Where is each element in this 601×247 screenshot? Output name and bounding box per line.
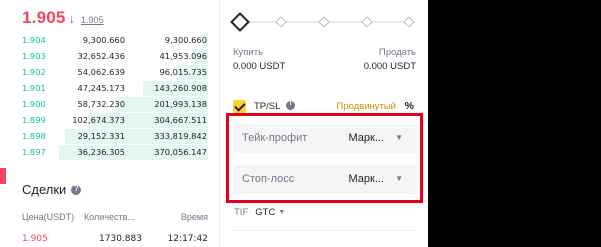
highlight-box bbox=[226, 113, 423, 203]
trade-time: 12:17:42 bbox=[167, 234, 208, 244]
last-price: 1.905 bbox=[22, 8, 66, 27]
tif-selector[interactable]: TIF GTC ▼ bbox=[234, 207, 285, 218]
percent-icon[interactable]: % bbox=[405, 100, 414, 112]
bid-total: 333,819.842 bbox=[154, 131, 207, 141]
bid-row[interactable]: 1.900 58,732.230 201,993.138 bbox=[0, 96, 220, 112]
bid-amount: 47,245.173 bbox=[77, 83, 125, 93]
slider-step-100[interactable] bbox=[403, 16, 415, 28]
bid-price: 1.904 bbox=[22, 35, 46, 45]
buy-value: 0.000 USDT bbox=[233, 61, 286, 72]
last-price-line: 1.905 ↓ 1.905 bbox=[22, 8, 104, 28]
order-book: 1.905 ↓ 1.905 1.904 9,300.660 9,300.660 1.9… bbox=[0, 0, 220, 247]
bid-total: 143,260.908 bbox=[154, 83, 207, 93]
bid-price: 1.897 bbox=[22, 147, 46, 157]
mark-price[interactable]: 1.905 bbox=[81, 15, 104, 25]
bid-total: 370,056.147 bbox=[154, 147, 207, 157]
trading-panel: 1.905 ↓ 1.905 1.904 9,300.660 9,300.660 1.9… bbox=[0, 0, 428, 247]
tpsl-row: TP/SL Продвинутый % bbox=[233, 100, 416, 114]
sell-value: 0.000 USDT bbox=[363, 61, 416, 72]
trades-section-title: Сделки bbox=[22, 182, 82, 197]
slider-step-25[interactable] bbox=[275, 16, 287, 28]
sell-label: Продать bbox=[378, 47, 416, 58]
bid-amount: 58,732.230 bbox=[77, 99, 125, 109]
bid-total: 41,953.096 bbox=[159, 51, 207, 61]
bid-row[interactable]: 1.897 36,236.305 370,056.147 bbox=[0, 144, 220, 160]
bid-amount: 36,236.305 bbox=[77, 147, 125, 157]
caret-down-icon[interactable]: ▼ bbox=[278, 209, 285, 216]
bid-price: 1.899 bbox=[22, 115, 46, 125]
amount-slider[interactable] bbox=[230, 12, 415, 32]
slider-thumb[interactable] bbox=[230, 12, 250, 32]
trades-title: Сделки bbox=[22, 182, 67, 197]
bid-price: 1.902 bbox=[22, 67, 46, 77]
trades-header-qty: Количеств... bbox=[84, 212, 135, 222]
bid-price: 1.900 bbox=[22, 99, 46, 109]
bid-amount: 102,674.373 bbox=[72, 115, 125, 125]
buy-label: Купить bbox=[233, 47, 264, 58]
bid-price: 1.901 bbox=[22, 83, 46, 93]
bid-price: 1.903 bbox=[22, 51, 46, 61]
bid-amount: 29,152.331 bbox=[77, 131, 125, 141]
slider-step-75[interactable] bbox=[361, 16, 373, 28]
tif-label: TIF bbox=[234, 207, 249, 218]
bid-total: 9,300.660 bbox=[164, 35, 207, 45]
bid-row[interactable]: 1.899 102,674.373 304,667.511 bbox=[0, 112, 220, 128]
bid-price: 1.898 bbox=[22, 131, 46, 141]
tif-value[interactable]: GTC bbox=[255, 207, 275, 218]
trade-price: 1.905 bbox=[22, 234, 48, 244]
bid-row[interactable]: 1.898 29,152.331 333,819.842 bbox=[0, 128, 220, 144]
bid-row[interactable]: 1.904 9,300.660 9,300.660 bbox=[0, 32, 220, 48]
tpsl-label[interactable]: TP/SL bbox=[254, 101, 280, 112]
bid-total: 304,667.511 bbox=[154, 115, 207, 125]
trades-header-time: Время bbox=[180, 212, 208, 222]
divider bbox=[233, 230, 416, 231]
tpsl-checkbox[interactable] bbox=[233, 100, 246, 113]
bid-amount: 54,062.639 bbox=[77, 67, 125, 77]
advanced-link[interactable]: Продвинутый bbox=[336, 101, 396, 112]
bid-amount: 9,300.660 bbox=[82, 35, 125, 45]
bid-row[interactable]: 1.901 47,245.173 143,260.908 bbox=[0, 80, 220, 96]
bid-amount: 32,652.436 bbox=[77, 51, 125, 61]
ask-edge-indicator bbox=[0, 168, 6, 184]
bid-row[interactable]: 1.902 54,062.639 96,015.735 bbox=[0, 64, 220, 80]
trade-qty: 1730.883 bbox=[99, 234, 142, 244]
bid-list: 1.904 9,300.660 9,300.660 1.903 32,652.436 41… bbox=[0, 32, 220, 160]
question-circle-icon[interactable] bbox=[71, 184, 82, 195]
slider-step-50[interactable] bbox=[318, 16, 330, 28]
bid-total: 201,993.138 bbox=[154, 99, 207, 109]
info-icon[interactable] bbox=[286, 100, 295, 110]
bid-row[interactable]: 1.903 32,652.436 41,953.096 bbox=[0, 48, 220, 64]
trades-header-price: Цена(USDT) bbox=[22, 212, 75, 222]
order-form: Купить Продать 0.000 USDT 0.000 USDT TP/… bbox=[221, 0, 428, 247]
bid-total: 96,015.735 bbox=[159, 67, 207, 77]
arrow-down-icon: ↓ bbox=[68, 11, 76, 26]
